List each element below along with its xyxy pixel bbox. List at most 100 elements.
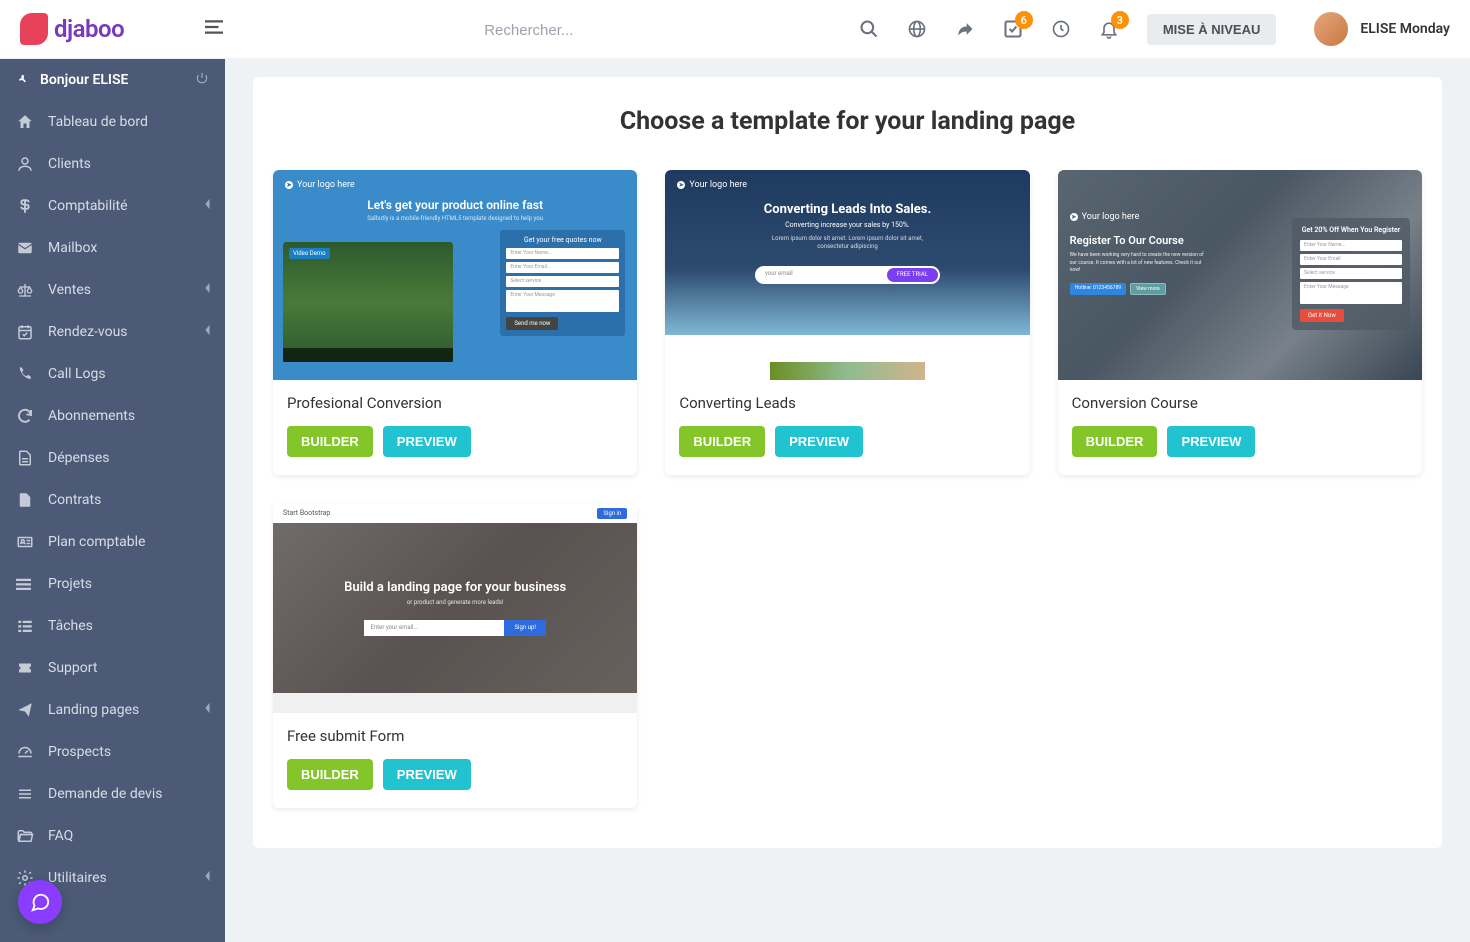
preview-button[interactable]: PREVIEW [775, 426, 863, 457]
bars-icon [14, 575, 36, 593]
sidebar-item-sales[interactable]: Ventes [0, 269, 225, 311]
file-lines-icon [14, 449, 36, 467]
thumb-form: Get your free quotes now Enter Your Name… [500, 230, 625, 336]
builder-button[interactable]: BUILDER [1072, 426, 1158, 457]
folder-open-icon [14, 827, 36, 845]
sidebar-item-prospects[interactable]: Prospects [0, 731, 225, 773]
pin-icon [16, 73, 30, 87]
logo[interactable]: djaboo [20, 13, 124, 45]
sidebar-item-call-logs[interactable]: Call Logs [0, 353, 225, 395]
search-button[interactable] [859, 19, 879, 39]
template-thumbnail: ➤Your logo here Let's get your product o… [273, 170, 637, 380]
template-grid-row-2: Start BootstrapSign in Build a landing p… [273, 503, 1422, 808]
sidebar-item-faq[interactable]: FAQ [0, 815, 225, 857]
builder-button[interactable]: BUILDER [287, 759, 373, 790]
sidebar-item-projects[interactable]: Projets [0, 563, 225, 605]
builder-button[interactable]: BUILDER [287, 426, 373, 457]
template-card-1: ➤Your logo here Let's get your product o… [273, 170, 637, 475]
sidebar-item-label: Projets [48, 576, 92, 592]
sidebar: Bonjour ELISE Tableau de bord Clients Co… [0, 59, 225, 942]
sidebar-item-label: Dépenses [48, 450, 110, 466]
chat-button[interactable] [18, 880, 62, 924]
search-wrapper [484, 20, 859, 39]
sidebar-item-label: Utilitaires [48, 870, 107, 886]
greeting-text: Bonjour ELISE [40, 72, 128, 88]
content-panel: Choose a template for your landing page … [253, 77, 1442, 848]
template-thumbnail: ➤Your logo here Register To Our Course W… [1058, 170, 1422, 380]
notifications-button[interactable]: 3 [1099, 19, 1119, 39]
sidebar-item-contracts[interactable]: Contrats [0, 479, 225, 521]
sidebar-item-label: FAQ [48, 828, 73, 844]
template-card-2: ➤Your logo here Converting Leads Into Sa… [665, 170, 1029, 475]
sidebar-greeting: Bonjour ELISE [0, 59, 225, 101]
sidebar-item-expenses[interactable]: Dépenses [0, 437, 225, 479]
sidebar-item-quotes[interactable]: Demande de devis [0, 773, 225, 815]
top-header: djaboo 6 3 MISE À NIVEAU ELISE Monda [0, 0, 1470, 59]
home-icon [14, 113, 36, 131]
calendar-check-icon [14, 323, 36, 341]
ticket-icon [14, 659, 36, 677]
file-icon [14, 491, 36, 509]
avatar [1314, 12, 1348, 46]
share-button[interactable] [955, 19, 975, 39]
sidebar-item-tasks[interactable]: Tâches [0, 605, 225, 647]
upgrade-button[interactable]: MISE À NIVEAU [1147, 14, 1277, 45]
sidebar-item-accounting[interactable]: Comptabilité [0, 185, 225, 227]
power-icon [195, 71, 209, 85]
user-icon [14, 155, 36, 173]
chevron-left-icon [203, 282, 211, 298]
sidebar-item-label: Ventes [48, 282, 91, 298]
search-input[interactable] [484, 22, 764, 39]
tasks-badge: 6 [1015, 11, 1033, 29]
template-title: Free submit Form [287, 727, 623, 745]
logout-button[interactable] [195, 71, 209, 89]
sidebar-item-support[interactable]: Support [0, 647, 225, 689]
sidebar-item-label: Prospects [48, 744, 111, 760]
sidebar-item-appointments[interactable]: Rendez-vous [0, 311, 225, 353]
globe-icon [907, 19, 927, 39]
globe-button[interactable] [907, 19, 927, 39]
sidebar-item-label: Plan comptable [48, 534, 145, 550]
template-title: Conversion Course [1072, 394, 1408, 412]
chevron-left-icon [203, 324, 211, 340]
user-menu[interactable]: ELISE Monday [1314, 12, 1450, 46]
clock-icon [1051, 19, 1071, 39]
sidebar-item-label: Call Logs [48, 366, 106, 382]
preview-button[interactable]: PREVIEW [383, 426, 471, 457]
thumb-video: Video Demo [283, 242, 453, 362]
sidebar-item-label: Tableau de bord [48, 114, 148, 130]
hamburger-icon [204, 18, 224, 36]
chat-icon [29, 891, 51, 913]
template-card-4: Start BootstrapSign in Build a landing p… [273, 503, 637, 808]
tasks-icon [14, 617, 36, 635]
template-thumbnail: ➤Your logo here Converting Leads Into Sa… [665, 170, 1029, 380]
notifications-badge: 3 [1111, 11, 1129, 29]
preview-button[interactable]: PREVIEW [383, 759, 471, 790]
sidebar-toggle-button[interactable] [204, 18, 224, 40]
sidebar-item-landing-pages[interactable]: Landing pages [0, 689, 225, 731]
template-title: Profesional Conversion [287, 394, 623, 412]
dashboard-icon [14, 743, 36, 761]
preview-button[interactable]: PREVIEW [1167, 426, 1255, 457]
template-grid: ➤Your logo here Let's get your product o… [273, 170, 1422, 475]
sidebar-item-mailbox[interactable]: Mailbox [0, 227, 225, 269]
thumb-logo: ➤Your logo here [285, 180, 355, 190]
user-name-label: ELISE Monday [1360, 21, 1450, 37]
chevron-left-icon [203, 198, 211, 214]
sidebar-item-clients[interactable]: Clients [0, 143, 225, 185]
sidebar-item-chart-of-accounts[interactable]: Plan comptable [0, 521, 225, 563]
sidebar-item-label: Comptabilité [48, 198, 128, 214]
sidebar-item-label: Abonnements [48, 408, 135, 424]
clock-button[interactable] [1051, 19, 1071, 39]
thumb-form: Get 20% Off When You Register Enter Your… [1292, 218, 1410, 330]
builder-button[interactable]: BUILDER [679, 426, 765, 457]
sidebar-item-label: Tâches [48, 618, 93, 634]
sidebar-item-dashboard[interactable]: Tableau de bord [0, 101, 225, 143]
list-icon [14, 785, 36, 803]
logo-badge-icon [20, 13, 48, 45]
dollar-icon [14, 197, 36, 215]
sidebar-item-label: Landing pages [48, 702, 139, 718]
sidebar-item-subscriptions[interactable]: Abonnements [0, 395, 225, 437]
tasks-button[interactable]: 6 [1003, 19, 1023, 39]
sidebar-item-label: Support [48, 660, 97, 676]
